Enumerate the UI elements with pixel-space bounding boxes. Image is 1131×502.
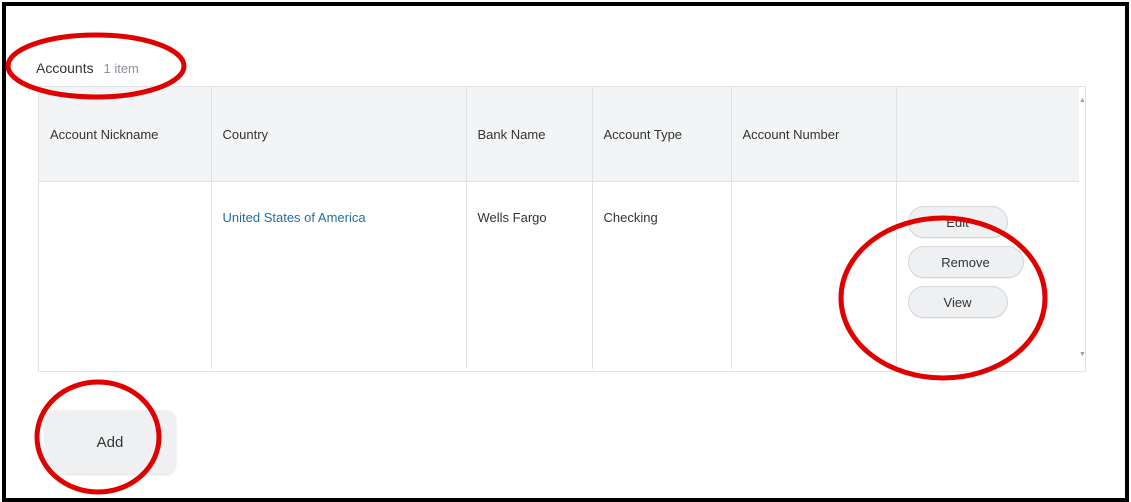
table-header-row: Account Nickname Country Bank Name Accou… (39, 87, 1079, 182)
column-header-account-number: Account Number (731, 87, 897, 182)
accounts-table: Account Nickname Country Bank Name Accou… (39, 87, 1079, 369)
scroll-up-arrow-icon[interactable]: ▲ (1079, 97, 1086, 105)
table-scrollbar[interactable]: ▲ ▼ (1079, 87, 1086, 369)
cell-row-actions: Edit Remove View (896, 181, 1079, 369)
accounts-grid: Account Nickname Country Bank Name Accou… (38, 86, 1086, 372)
add-button[interactable]: Add (44, 410, 176, 474)
section-header: Accounts 1 item (36, 60, 139, 76)
column-header-bank-name: Bank Name (466, 87, 593, 182)
column-header-actions (896, 87, 1079, 182)
screenshot-frame: Accounts 1 item Account Nickname Country… (2, 2, 1129, 502)
cell-account-number (731, 181, 897, 369)
view-button[interactable]: View (907, 286, 1008, 318)
item-count: 1 item (103, 61, 139, 76)
cell-account-type: Checking (592, 181, 732, 369)
cell-bank-name: Wells Fargo (466, 181, 593, 369)
column-header-account-nickname: Account Nickname (39, 87, 212, 182)
cell-country-link[interactable]: United States of America (211, 181, 467, 369)
edit-button[interactable]: Edit (907, 206, 1008, 238)
column-header-country: Country (211, 87, 467, 182)
cell-account-nickname (39, 181, 212, 369)
table-row: United States of America Wells Fargo Che… (39, 181, 1079, 369)
remove-button[interactable]: Remove (907, 246, 1024, 278)
column-header-account-type: Account Type (592, 87, 732, 182)
section-title: Accounts (36, 60, 94, 76)
row-actions: Edit Remove View (907, 206, 1069, 318)
scroll-down-arrow-icon[interactable]: ▼ (1079, 351, 1086, 359)
